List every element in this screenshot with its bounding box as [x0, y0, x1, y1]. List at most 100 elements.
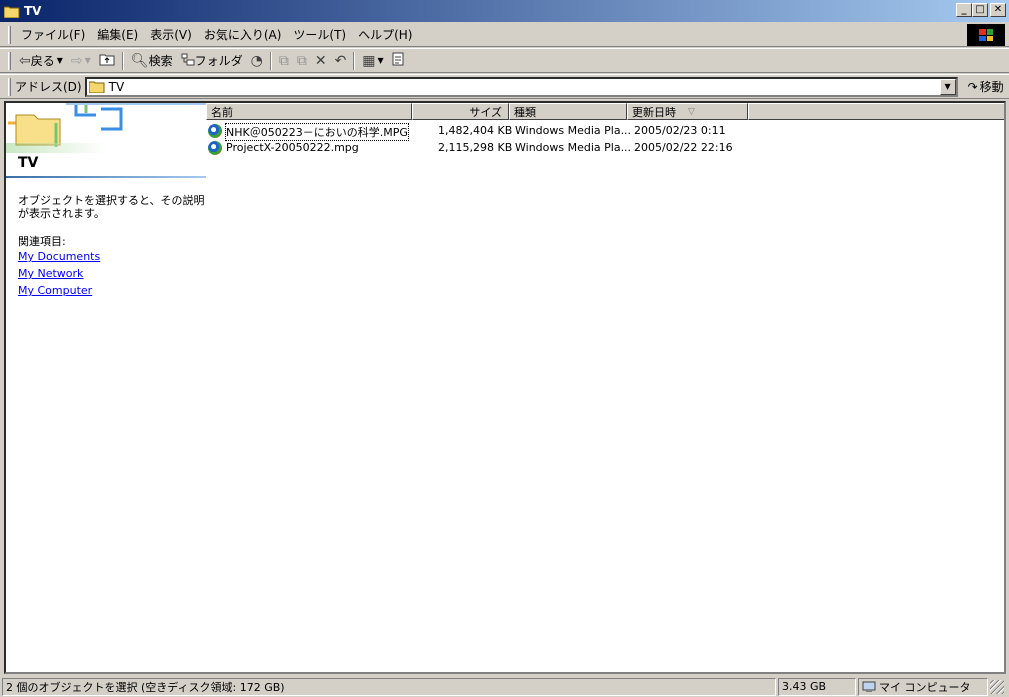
- column-header-name[interactable]: 名前: [206, 103, 412, 120]
- list-header: 名前 サイズ 種類 更新日時 ▽: [206, 103, 1004, 120]
- back-dropdown-icon[interactable]: ▼: [57, 56, 63, 65]
- search-button[interactable]: 🔍︎ 検索: [127, 50, 177, 72]
- address-value: TV: [108, 79, 125, 94]
- menu-help[interactable]: ヘルプ(H): [352, 24, 418, 45]
- menu-favorites[interactable]: お気に入り(A): [198, 24, 288, 45]
- file-name[interactable]: ProjectX-20050222.mpg: [226, 141, 359, 154]
- column-size-label: サイズ: [469, 105, 502, 119]
- window-title: TV: [24, 4, 42, 18]
- properties-icon: [392, 52, 404, 69]
- column-type-label: 種類: [514, 105, 536, 119]
- menu-tools[interactable]: ツール(T): [287, 24, 352, 45]
- folders-icon: [181, 53, 195, 69]
- menu-grip[interactable]: [8, 25, 11, 44]
- status-location-label: マイ コンピュータ: [879, 680, 971, 694]
- move-to-button[interactable]: ⧉: [275, 50, 293, 72]
- file-name[interactable]: NHK＠050223－においの科学.MPG: [225, 123, 409, 141]
- address-label: アドレス(D): [15, 80, 82, 94]
- address-dropdown-icon[interactable]: ▼: [939, 78, 956, 95]
- back-label: 戻る: [30, 54, 55, 68]
- title-divider: [6, 176, 206, 178]
- table-row[interactable]: ProjectX-20050222.mpg 2,115,298 KB Windo…: [206, 140, 1004, 156]
- folder-icon: [88, 80, 105, 93]
- search-icon: 🔍︎: [130, 52, 149, 69]
- toolbar-grip[interactable]: [8, 51, 11, 70]
- column-name-label: 名前: [211, 105, 233, 119]
- up-folder-button[interactable]: [95, 50, 119, 72]
- toolbar-separator: [121, 51, 124, 70]
- link-my-computer[interactable]: My Computer: [18, 284, 92, 297]
- history-button[interactable]: ◔: [247, 50, 267, 72]
- menu-bar: ファイル(F) 編集(E) 表示(V) お気に入り(A) ツール(T) ヘルプ(…: [0, 23, 1009, 47]
- link-my-network[interactable]: My Network: [18, 267, 83, 280]
- status-location: マイ コンピュータ: [858, 677, 988, 696]
- column-modified-label: 更新日時: [632, 105, 676, 119]
- windows-logo-icon: [967, 24, 1005, 46]
- go-button[interactable]: ↷ 移動: [968, 78, 1004, 95]
- forward-button[interactable]: ⇨ ▼: [67, 50, 95, 72]
- table-row[interactable]: NHK＠050223－においの科学.MPG 1,482,404 KB Windo…: [206, 123, 1004, 141]
- column-header-size[interactable]: サイズ: [412, 103, 509, 120]
- link-my-documents[interactable]: My Documents: [18, 250, 100, 263]
- menu-view[interactable]: 表示(V): [144, 24, 198, 45]
- computer-icon: [862, 681, 876, 693]
- copy-to-icon: ⧉: [296, 52, 307, 69]
- go-arrow-icon: ↷: [967, 79, 978, 94]
- copy-to-button[interactable]: ⧉: [293, 50, 311, 72]
- delete-button[interactable]: ✕: [311, 50, 331, 72]
- delete-icon: ✕: [314, 52, 327, 69]
- selection-description: オブジェクトを選択すると、その説明が表示されます。: [18, 194, 205, 220]
- file-modified: 2005/02/22 22:16: [634, 141, 733, 154]
- forward-dropdown-icon[interactable]: ▼: [85, 56, 91, 65]
- undo-icon: ↶: [334, 52, 347, 69]
- menu-edit[interactable]: 編集(E): [91, 24, 144, 45]
- go-label: 移動: [979, 80, 1004, 94]
- back-button[interactable]: ⇦ 戻る ▼: [15, 50, 67, 72]
- sort-descending-icon: ▽: [688, 106, 695, 117]
- file-size: 1,482,404 KB: [438, 124, 513, 137]
- folder-banner-graphic: [6, 103, 206, 155]
- address-input[interactable]: TV ▼: [84, 76, 958, 97]
- undo-button[interactable]: ↶: [331, 50, 351, 72]
- file-type: Windows Media Pla...: [515, 141, 632, 154]
- maximize-button[interactable]: □: [972, 3, 988, 17]
- status-selection: 2 個のオブジェクトを選択 (空きディスク領域: 172 GB): [2, 677, 776, 696]
- file-size: 2,115,298 KB: [438, 141, 513, 154]
- views-button[interactable]: ▦ ▼: [358, 50, 387, 72]
- standard-toolbar: ⇦ 戻る ▼ ⇨ ▼ 🔍︎ 検索 フォルダ ◔ ⧉ ⧉ ✕ ↶ ▦ ▼: [0, 48, 1009, 73]
- folders-button[interactable]: フォルダ: [177, 50, 247, 72]
- toolbar-separator: [269, 51, 272, 70]
- column-header-type[interactable]: 種類: [509, 103, 627, 120]
- status-size: 3.43 GB: [778, 677, 856, 696]
- address-grip[interactable]: [8, 77, 11, 96]
- status-bar: 2 個のオブジェクトを選択 (空きディスク領域: 172 GB) 3.43 GB…: [0, 676, 1009, 697]
- back-arrow-icon: ⇦: [19, 52, 31, 69]
- column-header-modified[interactable]: 更新日時 ▽: [627, 103, 748, 120]
- webview-pane: TV オブジェクトを選択すると、その説明が表示されます。 関連項目: My Do…: [6, 103, 206, 672]
- file-type: Windows Media Pla...: [515, 124, 632, 137]
- media-file-icon: [208, 141, 222, 155]
- search-label: 検索: [148, 54, 173, 68]
- file-modified: 2005/02/23 0:11: [634, 124, 726, 137]
- close-button[interactable]: ✕: [990, 3, 1006, 17]
- explorer-content: TV オブジェクトを選択すると、その説明が表示されます。 関連項目: My Do…: [4, 101, 1006, 674]
- history-icon: ◔: [250, 52, 263, 69]
- address-bar: アドレス(D) TV ▼ ↷ 移動: [0, 74, 1009, 99]
- up-folder-icon: [99, 52, 115, 69]
- title-bar[interactable]: TV _ □ ✕: [0, 0, 1009, 22]
- folders-label: フォルダ: [194, 54, 243, 68]
- media-file-icon: [208, 124, 222, 138]
- related-label: 関連項目:: [18, 235, 66, 248]
- resize-grip[interactable]: [990, 679, 1004, 694]
- views-icon: ▦: [362, 52, 376, 69]
- minimize-button[interactable]: _: [956, 3, 972, 17]
- toolbar-separator: [353, 51, 356, 70]
- properties-button[interactable]: [388, 50, 408, 72]
- folder-icon: [3, 5, 20, 19]
- column-header-filler: [748, 103, 1004, 120]
- file-list: 名前 サイズ 種類 更新日時 ▽ NHK＠050223－においの科学.MPG 1…: [206, 103, 1004, 672]
- folder-title: TV: [18, 155, 39, 171]
- views-dropdown-icon[interactable]: ▼: [378, 56, 384, 65]
- move-to-icon: ⧉: [278, 52, 289, 69]
- menu-file[interactable]: ファイル(F): [15, 24, 91, 45]
